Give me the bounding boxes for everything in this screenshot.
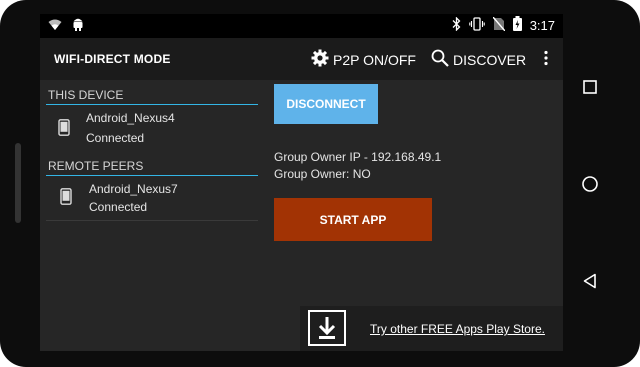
search-icon bbox=[431, 49, 449, 70]
navigation-bar bbox=[563, 0, 640, 367]
discover-label: DISCOVER bbox=[453, 51, 527, 68]
home-button[interactable] bbox=[575, 169, 605, 199]
phone-icon bbox=[58, 119, 70, 141]
group-owner-ip: Group Owner IP - 192.168.49.1 bbox=[274, 150, 442, 164]
start-app-button[interactable]: START APP bbox=[274, 198, 432, 241]
group-owner-flag: Group Owner: NO bbox=[274, 167, 371, 181]
wifi-icon bbox=[48, 18, 62, 36]
vibrate-icon bbox=[468, 16, 485, 34]
device-side-button bbox=[15, 143, 21, 223]
no-sim-icon bbox=[492, 16, 506, 34]
bluetooth-icon bbox=[452, 15, 461, 34]
battery-icon bbox=[512, 16, 522, 34]
discover-button[interactable]: DISCOVER bbox=[431, 49, 526, 70]
download-icon[interactable] bbox=[308, 310, 346, 346]
phone-icon bbox=[60, 188, 72, 210]
overflow-menu-button[interactable] bbox=[543, 50, 549, 71]
device-frame: 3:17 WIFI-DIRECT MODE P2P ON/OFF DISCOVE… bbox=[0, 0, 640, 367]
peer-name: Android_Nexus7 bbox=[89, 182, 178, 196]
device-list-panel: THIS DEVICE Android_Nexus4 Connected REM… bbox=[46, 86, 258, 221]
clock: 3:17 bbox=[529, 17, 555, 33]
more-vert-icon bbox=[544, 50, 548, 66]
ad-banner: Try other FREE Apps Play Store. bbox=[300, 306, 563, 351]
screen: 3:17 WIFI-DIRECT MODE P2P ON/OFF DISCOVE… bbox=[40, 14, 563, 351]
peer-list-item[interactable]: Android_Nexus7 Connected bbox=[46, 176, 258, 221]
this-device-row[interactable]: Android_Nexus4 Connected bbox=[46, 105, 258, 149]
remote-peers-header: REMOTE PEERS bbox=[46, 157, 258, 176]
back-icon bbox=[583, 273, 596, 289]
status-bar: 3:17 bbox=[40, 14, 563, 38]
recents-icon bbox=[583, 80, 597, 94]
p2p-toggle-button[interactable]: P2P ON/OFF bbox=[311, 49, 416, 70]
home-icon bbox=[582, 176, 598, 192]
this-device-header: THIS DEVICE bbox=[46, 86, 258, 105]
this-device-name: Android_Nexus4 bbox=[86, 111, 175, 125]
this-device-status: Connected bbox=[86, 131, 145, 145]
disconnect-button[interactable]: DISCONNECT bbox=[274, 84, 378, 124]
p2p-toggle-label: P2P ON/OFF bbox=[333, 51, 416, 68]
peer-status: Connected bbox=[89, 200, 148, 214]
back-button[interactable] bbox=[575, 266, 605, 296]
main-content: THIS DEVICE Android_Nexus4 Connected REM… bbox=[40, 80, 563, 351]
app-bar: WIFI-DIRECT MODE P2P ON/OFF DISCOVER bbox=[40, 38, 563, 80]
gear-icon bbox=[311, 49, 329, 70]
android-icon bbox=[72, 17, 84, 36]
recents-button[interactable] bbox=[575, 72, 605, 102]
ad-link[interactable]: Try other FREE Apps Play Store. bbox=[370, 322, 545, 336]
app-title: WIFI-DIRECT MODE bbox=[54, 52, 171, 66]
